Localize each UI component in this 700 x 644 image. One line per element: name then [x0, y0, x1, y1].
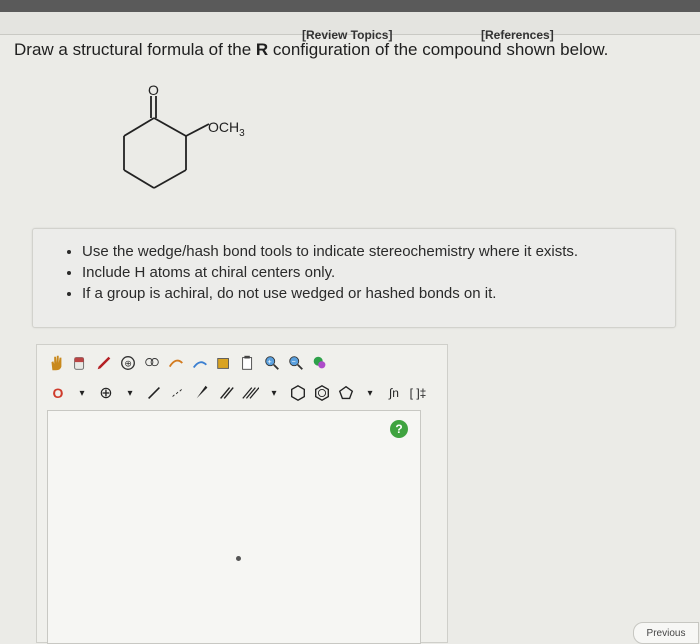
browser-top-bar	[0, 0, 700, 12]
methoxy-subscript: 3	[239, 128, 245, 139]
cut-icon[interactable]	[189, 352, 211, 374]
zoom-out-icon[interactable]: −	[285, 352, 307, 374]
previous-label: Previous	[646, 627, 686, 639]
methoxy-label: OCH3	[208, 119, 245, 139]
svg-text:−: −	[292, 357, 296, 366]
dropdown-arrow-icon[interactable]: ▾	[71, 382, 93, 404]
charge-plus-button[interactable]: ⊕	[95, 382, 117, 404]
sn-button[interactable]: ∫n	[383, 382, 405, 404]
color-icon[interactable]	[309, 352, 331, 374]
hexagon-ring-icon[interactable]	[287, 382, 309, 404]
zoom-in-icon[interactable]: +	[261, 352, 283, 374]
hand-icon[interactable]	[45, 352, 67, 374]
instruction-item: Use the wedge/hash bond tools to indicat…	[82, 241, 675, 262]
pentagon-ring-icon[interactable]	[335, 382, 357, 404]
eraser-icon[interactable]	[69, 352, 91, 374]
svg-text:+: +	[268, 357, 272, 366]
drawing-editor: ⊕ + − O ▾ ⊕ ▾ ▾ ▾ ∫n [ ]‡	[36, 344, 448, 644]
wedge-bond-icon[interactable]	[191, 382, 213, 404]
dropdown-arrow-icon[interactable]: ▾	[359, 382, 381, 404]
single-bond-icon[interactable]	[143, 382, 165, 404]
arrow-icon[interactable]	[165, 352, 187, 374]
help-button[interactable]: ?	[390, 420, 408, 438]
template-icon[interactable]	[141, 352, 163, 374]
question-prefix: Draw a structural formula of the	[14, 40, 256, 59]
carbonyl-oxygen-label: O	[148, 82, 159, 98]
toolbar-row-2: O ▾ ⊕ ▾ ▾ ▾ ∫n [ ]‡	[47, 379, 431, 407]
question-text: Draw a structural formula of the R confi…	[14, 40, 608, 60]
triple-bond-icon[interactable]	[239, 382, 261, 404]
canvas-dot	[236, 556, 241, 561]
question-bold: R	[255, 40, 269, 59]
svg-text:⊕: ⊕	[124, 359, 132, 369]
benzene-ring-icon[interactable]	[311, 382, 333, 404]
copy-icon[interactable]	[213, 352, 235, 374]
drawing-canvas[interactable]	[47, 410, 421, 644]
toolbar-row-1: ⊕ + −	[45, 349, 333, 377]
hash-bond-icon[interactable]	[167, 382, 189, 404]
double-bond-icon[interactable]	[215, 382, 237, 404]
instruction-item: Include H atoms at chiral centers only.	[82, 262, 675, 283]
dropdown-arrow-icon[interactable]: ▾	[119, 382, 141, 404]
bracket-button[interactable]: [ ]‡	[407, 382, 429, 404]
question-suffix: configuration of the compound shown belo…	[268, 40, 609, 59]
instructions-box: Use the wedge/hash bond tools to indicat…	[32, 228, 676, 328]
instruction-item: If a group is achiral, do not use wedged…	[82, 283, 675, 304]
pencil-icon[interactable]	[93, 352, 115, 374]
methoxy-main: OCH	[208, 119, 239, 135]
nav-bar: [Review Topics] [References]	[0, 12, 700, 42]
paste-icon[interactable]	[237, 352, 259, 374]
dropdown-arrow-icon[interactable]: ▾	[263, 382, 285, 404]
molecule-structure: O OCH3	[123, 82, 245, 189]
atom-ring-icon[interactable]: ⊕	[117, 352, 139, 374]
atom-o-button[interactable]: O	[47, 382, 69, 404]
